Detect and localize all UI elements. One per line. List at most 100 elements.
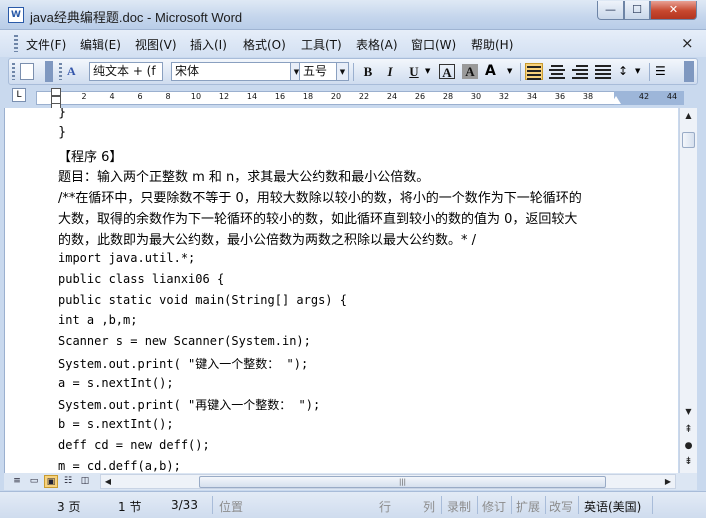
toolbar-options-chevron-icon[interactable] <box>684 61 694 82</box>
menu-view[interactable]: 视图(V) <box>135 36 177 53</box>
ruler-tick: 38 <box>582 92 594 101</box>
code-line: Scanner s = new Scanner(System.in); <box>58 334 311 348</box>
underline-button[interactable]: U <box>404 62 424 81</box>
close-window-button[interactable]: ✕ <box>650 1 697 20</box>
status-overtype[interactable]: 改写 <box>549 498 573 515</box>
select-browse-object-icon[interactable]: ● <box>680 438 697 454</box>
character-border-button[interactable]: A <box>439 64 455 80</box>
chevron-down-icon[interactable]: ▼ <box>337 62 349 81</box>
status-column: 列 <box>423 500 436 514</box>
scroll-down-button[interactable]: ▼ <box>680 404 697 420</box>
menu-table[interactable]: 表格(A) <box>356 36 398 53</box>
ruler-tick: 22 <box>358 92 370 101</box>
scroll-right-icon[interactable]: ▶ <box>661 475 675 488</box>
italic-button[interactable]: I <box>380 62 400 81</box>
status-position: 位置 <box>219 500 244 514</box>
ruler-tick: 16 <box>274 92 286 101</box>
code-line: public static void main(String[] args) { <box>58 293 347 307</box>
normal-view-icon[interactable]: ≡ <box>10 475 24 488</box>
align-right-button[interactable] <box>571 63 589 80</box>
web-layout-icon[interactable]: ▭ <box>27 475 41 488</box>
indent-marker[interactable] <box>51 88 61 111</box>
align-justify-button[interactable] <box>525 63 543 80</box>
menu-tools[interactable]: 工具(T) <box>301 36 342 53</box>
code-line: b = s.nextInt(); <box>58 417 174 431</box>
style-combo[interactable]: 纯文本 + (f <box>89 62 163 81</box>
underline-style-chevron-icon[interactable]: ▼ <box>425 62 434 81</box>
ruler-tick: 6 <box>137 92 143 101</box>
phonetic-guide-icon[interactable]: A <box>485 61 505 81</box>
print-layout-icon[interactable]: ▣ <box>44 475 58 488</box>
doc-line: 大数，取得的余数作为下一轮循环的较小的数，如此循环直到较小的数的值为 0，返回较… <box>58 212 578 227</box>
menu-insert[interactable]: 插入(I) <box>190 36 227 53</box>
menu-edit[interactable]: 编辑(E) <box>80 36 121 53</box>
outline-view-icon[interactable]: ☷ <box>61 475 75 488</box>
menu-grip-handle[interactable] <box>14 35 18 52</box>
status-extend[interactable]: 扩展 <box>516 498 540 515</box>
status-separator <box>477 496 478 514</box>
menu-help[interactable]: 帮助(H) <box>471 36 513 53</box>
toolbar-grip-handle-2[interactable] <box>59 63 62 80</box>
character-shading-button[interactable]: A <box>462 64 478 79</box>
chevron-down-icon[interactable]: ▼ <box>507 62 516 81</box>
close-document-icon[interactable]: × <box>681 34 694 52</box>
ruler-tick: 30 <box>470 92 482 101</box>
menu-file[interactable]: 文件(F) <box>26 36 66 53</box>
reading-layout-icon[interactable]: ◫ <box>78 475 92 488</box>
toolbar-separator <box>649 63 650 81</box>
toolbar-separator <box>520 63 521 81</box>
ruler-tick: 4 <box>109 92 115 101</box>
line-spacing-icon[interactable]: ↕ <box>618 62 634 81</box>
ruler-tick: 28 <box>442 92 454 101</box>
vertical-scroll-thumb[interactable] <box>682 132 695 148</box>
chevron-down-icon[interactable]: ▼ <box>635 62 644 81</box>
status-section: 1 节 <box>118 500 142 514</box>
styles-pane-icon[interactable]: A <box>67 62 87 81</box>
minimize-button[interactable]: — <box>597 1 624 20</box>
status-separator <box>578 496 579 514</box>
menu-format[interactable]: 格式(O) <box>243 36 286 53</box>
status-language[interactable]: 英语(美国) <box>584 498 641 515</box>
status-track-changes[interactable]: 修订 <box>482 498 506 515</box>
new-document-icon[interactable] <box>20 63 34 80</box>
tab-selector-button[interactable]: L <box>12 88 26 102</box>
distributed-align-button[interactable] <box>594 63 612 80</box>
status-record[interactable]: 录制 <box>447 498 471 515</box>
window-title: java经典编程题.doc - Microsoft Word <box>30 10 243 25</box>
right-indent-marker[interactable] <box>611 96 621 104</box>
ruler-tick: 36 <box>554 92 566 101</box>
scroll-up-button[interactable]: ▲ <box>680 108 697 124</box>
code-line: System.out.print( "键入一个整数： "); <box>58 357 309 371</box>
code-line: int a ,b,m; <box>58 313 138 327</box>
doc-line: 题目：输入两个正整数 m 和 n，求其最大公约数和最小公倍数。 <box>58 170 430 185</box>
toolbar-separator <box>353 63 354 81</box>
code-line: import java.util.*; <box>58 251 196 265</box>
menu-window[interactable]: 窗口(W) <box>411 36 456 53</box>
align-center-button[interactable] <box>548 63 566 80</box>
toolbar-grip-handle[interactable] <box>12 63 15 80</box>
word-app-icon[interactable]: W <box>8 7 24 23</box>
horizontal-scroll-thumb[interactable]: ||| <box>199 476 606 488</box>
ruler-tick: 8 <box>165 92 171 101</box>
previous-page-icon[interactable]: ⇞ <box>680 422 697 438</box>
status-separator <box>212 496 213 514</box>
vertical-scrollbar[interactable]: ▲ ▼ ⇞ ● ⇟ <box>679 108 697 473</box>
bold-button[interactable]: B <box>358 62 378 81</box>
ruler-tick: 20 <box>330 92 342 101</box>
horizontal-scrollbar[interactable]: ◀ ||| ▶ <box>100 474 676 489</box>
document-page[interactable]: } } 【程序 6】 题目：输入两个正整数 m 和 n，求其最大公约数和最小公倍… <box>4 108 678 473</box>
status-page: 3 页 <box>57 500 81 514</box>
font-name-combo[interactable]: 宋体 <box>171 62 291 81</box>
ruler-tick: 44 <box>666 92 678 101</box>
status-line: 行 <box>379 500 392 514</box>
next-page-icon[interactable]: ⇟ <box>680 454 697 470</box>
scroll-left-icon[interactable]: ◀ <box>101 475 115 488</box>
ruler-tick: 14 <box>246 92 258 101</box>
font-size-combo[interactable]: 五号 <box>299 62 337 81</box>
maximize-button[interactable]: ☐ <box>624 1 650 20</box>
ruler-tick: 26 <box>414 92 426 101</box>
numbering-list-icon[interactable]: ☰ <box>655 62 673 81</box>
ruler-tick: 12 <box>218 92 230 101</box>
toolbar-options-chevron-icon[interactable] <box>45 61 53 82</box>
status-page-count: 3/33 <box>171 498 198 512</box>
